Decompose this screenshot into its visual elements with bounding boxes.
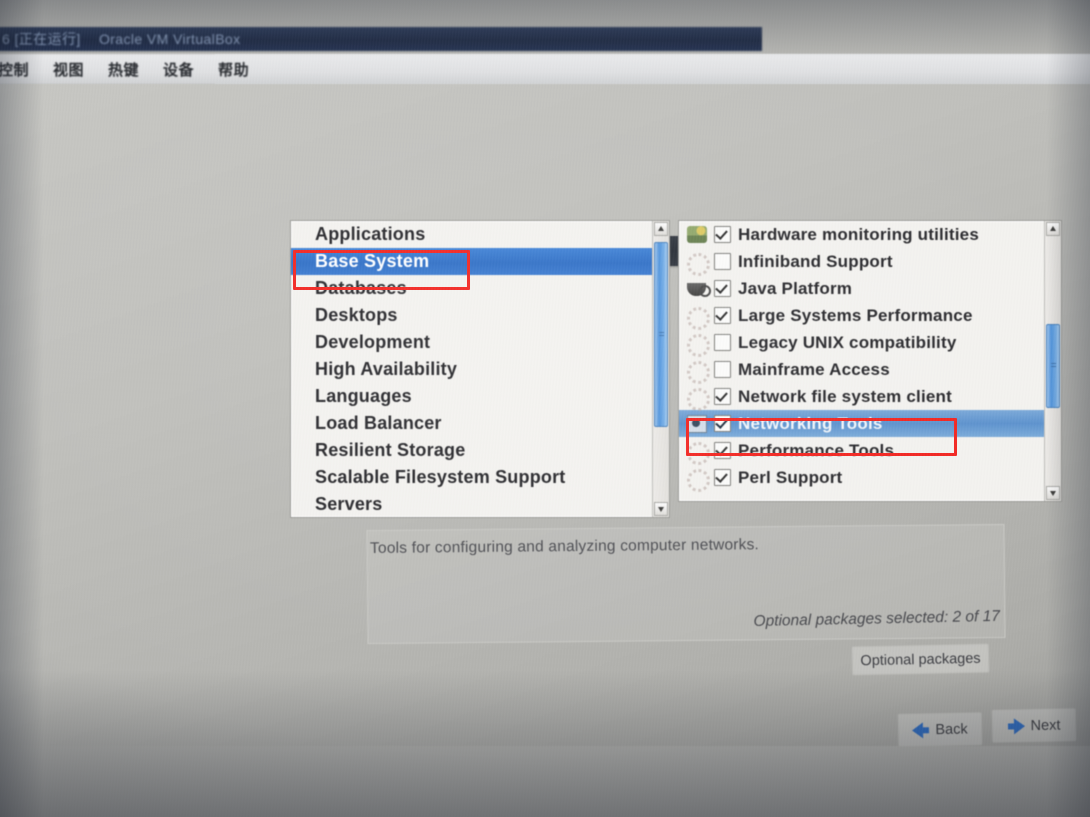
package-checkbox[interactable] bbox=[714, 280, 731, 297]
package-group-row[interactable]: Applications bbox=[291, 221, 653, 248]
scroll-up-arrow-icon[interactable] bbox=[1046, 222, 1060, 236]
package-option-label: Infiniband Support bbox=[738, 252, 893, 271]
package-option-row[interactable]: Network file system client bbox=[679, 383, 1045, 411]
package-group-row[interactable]: Servers bbox=[291, 491, 653, 517]
java-coffee-icon bbox=[687, 280, 711, 298]
optional-packages-button-label: Optional packages bbox=[860, 650, 981, 669]
package-group-row[interactable]: High Availability bbox=[291, 356, 653, 383]
gear-icon bbox=[687, 306, 710, 330]
annotation-box-base-system bbox=[293, 250, 470, 290]
package-checkbox[interactable] bbox=[714, 388, 731, 405]
package-checkbox[interactable] bbox=[714, 334, 731, 351]
hardware-icon bbox=[687, 225, 707, 244]
package-option-list[interactable]: Hardware monitoring utilities Infiniband … bbox=[679, 221, 1045, 501]
optional-packages-button[interactable]: Optional packages bbox=[851, 643, 990, 676]
back-button[interactable]: Back bbox=[897, 712, 983, 747]
menu-item-control[interactable]: 控制 bbox=[0, 59, 29, 80]
vbox-title-app: Oracle VM VirtualBox bbox=[98, 31, 241, 47]
gear-icon bbox=[687, 333, 710, 357]
package-checkbox[interactable] bbox=[714, 253, 731, 270]
package-option-label: Java Platform bbox=[738, 279, 853, 298]
package-group-label: Scalable Filesystem Support bbox=[315, 467, 566, 487]
package-option-label: Network file system client bbox=[738, 387, 952, 406]
next-button[interactable]: Next bbox=[991, 708, 1077, 743]
package-group-scrollbar[interactable] bbox=[652, 221, 669, 517]
arrow-right-icon bbox=[1007, 717, 1025, 734]
scrollbar-thumb[interactable] bbox=[1046, 323, 1060, 409]
screen-photo: 6 [正在运行] Oracle VM VirtualBox 控制 视图 热键 设… bbox=[0, 0, 1090, 817]
package-option-row[interactable]: Large Systems Performance bbox=[679, 302, 1045, 330]
package-group-label: Servers bbox=[315, 494, 383, 514]
package-group-row[interactable]: Scalable Filesystem Support bbox=[291, 464, 653, 491]
package-checkbox[interactable] bbox=[714, 307, 731, 324]
package-group-label: Development bbox=[315, 332, 431, 352]
scroll-up-arrow-icon[interactable] bbox=[654, 222, 668, 236]
menu-item-view[interactable]: 视图 bbox=[53, 59, 84, 80]
package-group-row[interactable]: Languages bbox=[291, 383, 653, 410]
package-group-row[interactable]: Resilient Storage bbox=[291, 437, 653, 464]
package-group-row[interactable]: Desktops bbox=[291, 302, 653, 329]
package-group-row[interactable]: Load Balancer bbox=[291, 410, 653, 437]
scroll-down-arrow-icon[interactable] bbox=[654, 502, 668, 516]
package-option-row[interactable]: Perl Support bbox=[679, 464, 1045, 492]
package-option-label: Perl Support bbox=[738, 468, 843, 487]
package-group-row[interactable]: Development bbox=[291, 329, 653, 356]
package-checkbox[interactable] bbox=[714, 226, 731, 243]
annotation-box-networking-tools bbox=[686, 418, 957, 456]
gear-icon bbox=[687, 387, 710, 411]
scroll-down-arrow-icon[interactable] bbox=[1046, 486, 1060, 500]
arrow-left-icon bbox=[912, 721, 930, 739]
package-checkbox[interactable] bbox=[714, 361, 731, 378]
package-option-row[interactable]: Hardware monitoring utilities bbox=[679, 221, 1045, 248]
menu-item-help[interactable]: 帮助 bbox=[218, 59, 249, 80]
package-option-label: Mainframe Access bbox=[738, 360, 890, 379]
menu-item-devices[interactable]: 设备 bbox=[163, 59, 194, 80]
package-group-label: High Availability bbox=[315, 359, 458, 379]
vbox-window-titlebar: 6 [正在运行] Oracle VM VirtualBox bbox=[0, 27, 762, 51]
package-option-row[interactable]: Infiniband Support bbox=[679, 248, 1045, 276]
package-option-label: Legacy UNIX compatibility bbox=[738, 333, 957, 352]
package-group-label: Resilient Storage bbox=[315, 440, 466, 460]
gear-icon bbox=[687, 468, 710, 492]
package-checkbox[interactable] bbox=[714, 469, 731, 486]
package-group-label: Load Balancer bbox=[315, 413, 442, 433]
package-option-label: Large Systems Performance bbox=[738, 306, 973, 325]
vbox-title-prefix: 6 [正在运行] bbox=[2, 31, 81, 47]
next-button-label: Next bbox=[1030, 716, 1061, 734]
package-option-list-panel[interactable]: Hardware monitoring utilities Infiniband … bbox=[678, 220, 1062, 502]
scrollbar-thumb[interactable] bbox=[654, 242, 668, 428]
back-button-label: Back bbox=[935, 720, 968, 738]
gear-icon bbox=[687, 360, 710, 384]
menu-item-hotkeys[interactable]: 热键 bbox=[108, 59, 139, 80]
package-option-row[interactable]: Legacy UNIX compatibility bbox=[679, 329, 1045, 357]
package-group-label: Applications bbox=[315, 224, 426, 244]
package-group-label: Languages bbox=[315, 386, 412, 406]
package-group-label: Desktops bbox=[315, 305, 398, 325]
package-option-scrollbar[interactable] bbox=[1044, 221, 1061, 501]
package-option-row[interactable]: Java Platform bbox=[679, 275, 1045, 302]
vbox-menubar[interactable]: 控制 视图 热键 设备 帮助 bbox=[0, 54, 1090, 84]
package-option-label: Hardware monitoring utilities bbox=[738, 225, 979, 244]
gear-icon bbox=[687, 252, 710, 276]
package-option-row[interactable]: Mainframe Access bbox=[679, 356, 1045, 384]
